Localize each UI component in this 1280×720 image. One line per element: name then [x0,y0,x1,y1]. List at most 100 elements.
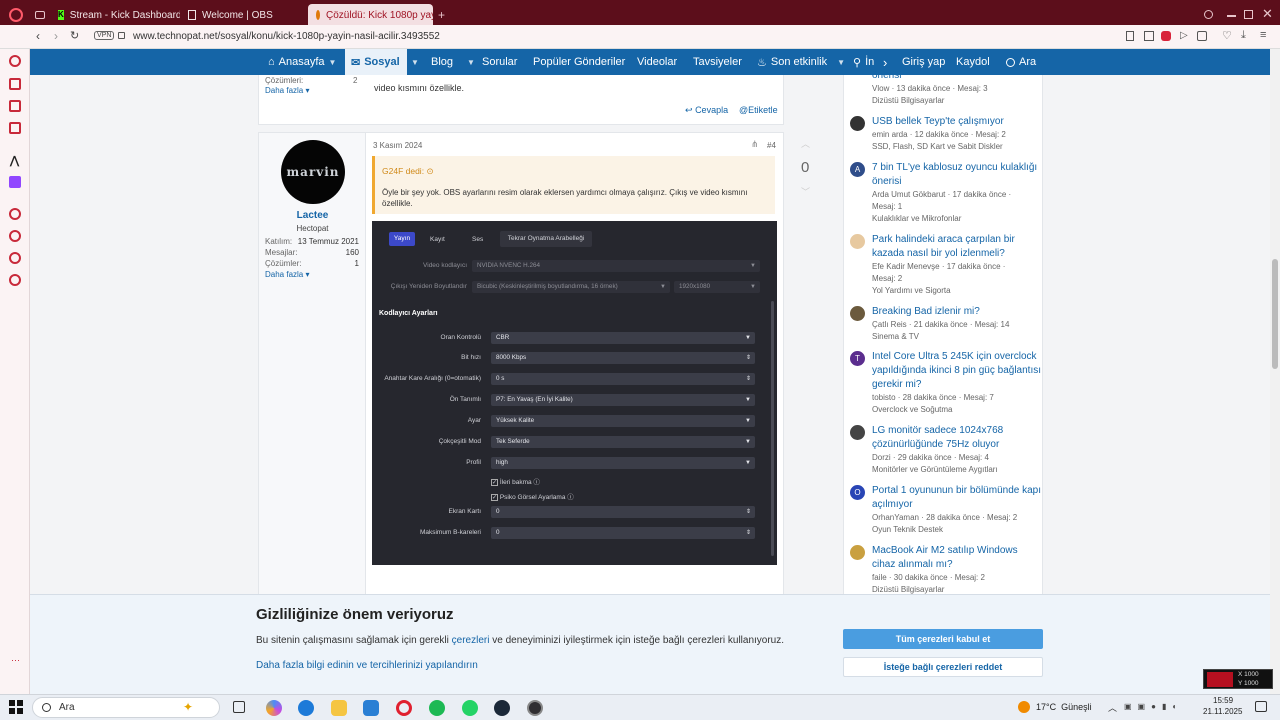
tray-apps-icon[interactable]: ▣▣●▮◐ [1124,702,1194,712]
nav-home[interactable]: ⌂ Anasayfa ▼ [268,49,336,75]
avatar[interactable]: T [850,351,865,366]
search-tabs-icon[interactable] [1204,10,1213,19]
snapshot-icon[interactable] [1144,31,1154,41]
cookie-link[interactable]: çerezleri [452,635,490,646]
avatar[interactable] [850,234,865,249]
list-item[interactable]: T Intel Core Ultra 5 245K için overclock… [850,350,1042,418]
tab-menu-icon[interactable] [35,11,45,19]
thread-title[interactable]: Intel Core Ultra 5 245K için overclock y… [872,350,1042,392]
more-toggle[interactable]: Daha fazla ▾ [265,270,310,279]
list-item[interactable]: MacBook Air M2 satılıp Windows cihaz alı… [850,544,1040,594]
avatar[interactable] [850,116,865,131]
close-icon[interactable]: ✕ [1262,6,1273,22]
thread-title[interactable]: önerisi [872,69,1042,83]
obs-settings-image[interactable]: Yayın Kayıt Ses Tekrar Oynatma Arabelleğ… [372,221,777,565]
nav-popular[interactable]: Popüler Gönderiler [533,49,625,75]
clock-date[interactable]: 21.11.2025 [1203,707,1242,716]
vpn-badge[interactable]: VPN [94,31,115,40]
reload-icon[interactable]: ↻ [70,29,79,42]
bookmark-icon[interactable] [1126,31,1134,41]
url-field[interactable]: www.technopat.net/sosyal/konu/kick-1080p… [133,31,440,42]
maximize-icon[interactable] [1244,10,1253,19]
player-icon[interactable]: ▷ [1180,30,1188,41]
back-icon[interactable]: ‹ [36,29,40,43]
weather-text[interactable]: 17°C Güneşli [1036,702,1092,712]
messenger-icon[interactable] [9,55,21,67]
wallet-icon[interactable] [1197,31,1207,41]
avatar[interactable] [850,545,865,560]
upvote-icon[interactable]: ︿ [801,137,810,150]
username[interactable]: Lactee [259,210,366,221]
history-icon[interactable] [9,230,21,242]
cookie-more-link[interactable]: Daha fazla bilgi edinin ve tercihleriniz… [256,660,478,671]
twitch-icon[interactable] [9,176,21,188]
thread-title[interactable]: LG monitör sadece 1024x768 çözünürlüğünd… [872,424,1042,452]
nav-questions[interactable]: Sorular [482,49,517,75]
weather-icon[interactable] [1018,701,1030,713]
nav-recommendations[interactable]: Tavsiyeler [693,49,742,75]
extensions-icon[interactable] [9,252,21,264]
notifications-icon[interactable] [1255,701,1267,712]
thread-title[interactable]: 7 bin TL'ye kablosuz oyuncu kulaklığı ön… [872,161,1042,189]
music-icon[interactable] [9,122,21,134]
file-explorer-icon[interactable] [331,700,347,716]
forward-icon[interactable]: › [54,29,58,43]
steam-icon[interactable] [494,700,510,716]
list-item[interactable]: Park halindeki araca çarpılan bir kazada… [850,233,1040,297]
thread-title[interactable]: Park halindeki araca çarpılan bir kazada… [872,233,1042,261]
taskbar-search[interactable]: Ara ✦ [32,697,220,718]
list-item[interactable]: O Portal 1 oyununun bir bölümünde kapı a… [850,484,1042,538]
avatar[interactable]: marvin [281,140,345,204]
player-side-icon[interactable] [9,208,21,220]
thread-title[interactable]: MacBook Air M2 satılıp Windows cihaz alı… [872,544,1042,572]
thread-title[interactable]: Portal 1 oyununun bir bölümünde kapı açı… [872,484,1042,512]
clock-time[interactable]: 15:59 [1213,696,1233,705]
crypto-wallet-icon[interactable] [9,78,21,90]
new-tab-icon[interactable]: + [438,8,445,22]
list-item[interactable]: USB bellek Teyp'te çalışmıyor emin arda … [850,115,1040,155]
tab-technopat[interactable]: Çözüldü: Kick 1080p yayı [308,4,433,26]
list-item[interactable]: önerisi Vlow · 13 dakika önce · Mesaj: 3… [850,69,1040,109]
thread-title[interactable]: Breaking Bad izlenir mi? [872,305,1042,319]
copilot-icon[interactable] [266,700,282,716]
tray-chevron-icon[interactable]: ︿ [1108,701,1117,714]
menu-icon[interactable]: ≡ [1260,29,1266,41]
list-item[interactable]: A 7 bin TL'ye kablosuz oyuncu kulaklığı … [850,161,1040,225]
nav-blog[interactable]: Blog ▼ [431,49,475,75]
tag-button[interactable]: @Etiketle [739,105,778,115]
nav-activity[interactable]: ♨ Son etkinlik ▼ [757,49,845,75]
download-icon[interactable]: ⤓ [1241,29,1246,42]
quote-author[interactable]: G24F dedi: ⊙ [382,166,434,177]
downvote-icon[interactable]: ﹀ [801,185,810,198]
obs-icon[interactable] [527,700,543,716]
aria-icon[interactable]: ⋀ [10,154,19,167]
chat-icon[interactable] [9,100,21,112]
list-item[interactable]: Breaking Bad izlenir mi? Çatlı Reis · 21… [850,305,1040,345]
tab-kick[interactable]: K Stream - Kick Dashboard [50,4,180,26]
whatsapp-icon[interactable] [462,700,478,716]
store-icon[interactable] [363,700,379,716]
more-toggle[interactable]: Daha fazla ▾ [265,86,310,95]
more-icon[interactable]: ⋯ [11,655,20,666]
adblock-icon[interactable] [1161,31,1171,41]
nav-social-dropdown[interactable]: ▼ [408,49,422,75]
heart-icon[interactable]: ♡ [1222,29,1232,42]
nav-social[interactable]: ✉ Sosyal [345,49,407,75]
avatar[interactable] [850,306,865,321]
post-number[interactable]: #4 [767,141,776,150]
scrollbar-thumb[interactable] [1272,259,1278,369]
settings-icon[interactable] [9,274,21,286]
avatar[interactable] [850,425,865,440]
post-date[interactable]: 3 Kasım 2024 [373,141,422,150]
accept-cookies-button[interactable]: Tüm çerezleri kabul et [843,629,1043,649]
list-item[interactable]: LG monitör sadece 1024x768 çözünürlüğünd… [850,424,1040,478]
avatar[interactable]: A [850,162,865,177]
opera-icon[interactable] [396,700,412,716]
minimize-icon[interactable] [1227,15,1236,17]
chevron-down-icon[interactable]: ▼ [329,58,337,67]
thread-title[interactable]: USB bellek Teyp'te çalışmıyor [872,115,1042,129]
nav-videos[interactable]: Videolar [637,49,677,75]
reject-cookies-button[interactable]: İsteğe bağlı çerezleri reddet [843,657,1043,677]
task-view-icon[interactable] [233,701,245,713]
page-scrollbar[interactable] [1270,49,1280,694]
